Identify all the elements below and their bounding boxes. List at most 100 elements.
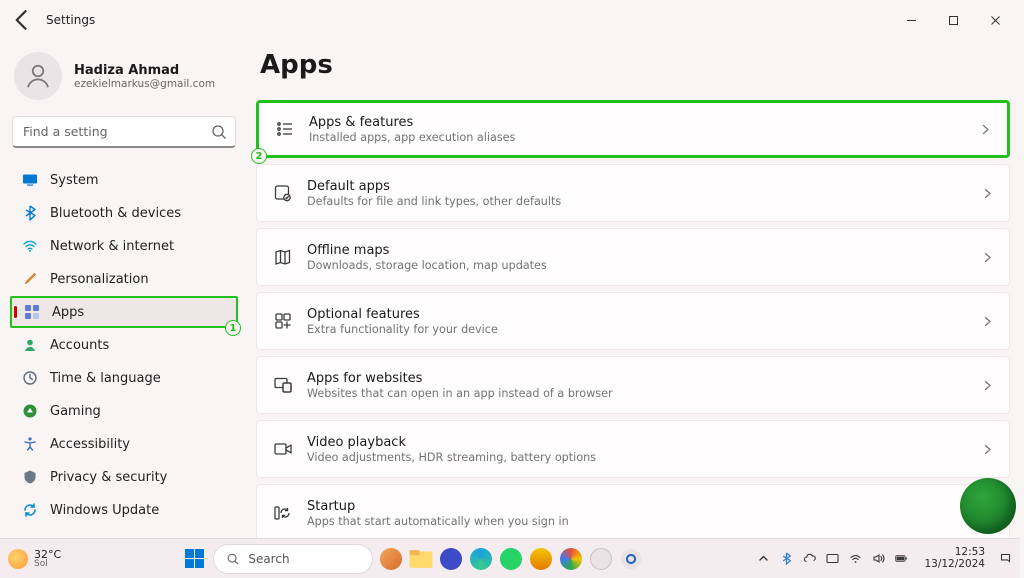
sidebar-item-label: Privacy & security [50, 470, 167, 485]
card-apps-features[interactable]: Apps & features Installed apps, app exec… [256, 100, 1010, 158]
search-container[interactable] [12, 116, 236, 148]
taskbar-app[interactable] [527, 545, 555, 573]
sidebar-item-network[interactable]: Network & internet [10, 230, 238, 262]
sidebar-item-apps[interactable]: Apps [10, 296, 238, 328]
brush-icon [22, 271, 38, 287]
notification-icon[interactable] [999, 552, 1012, 565]
sidebar-item-system[interactable]: System [10, 164, 238, 196]
card-title: Offline maps [307, 243, 982, 258]
chevron-right-icon [982, 248, 993, 267]
sidebar-item-label: Accessibility [50, 437, 130, 452]
card-subtitle: Apps that start automatically when you s… [307, 515, 982, 528]
sidebar-item-time[interactable]: Time & language [10, 362, 238, 394]
taskbar-app[interactable] [587, 545, 615, 573]
sidebar-item-privacy[interactable]: Privacy & security [10, 461, 238, 493]
brand-watermark [960, 478, 1016, 534]
accounts-icon [22, 337, 38, 353]
system-tray[interactable]: 12:53 13/12/2024 [757, 547, 1012, 570]
taskbar-app[interactable] [467, 545, 495, 573]
windows-icon [185, 549, 204, 568]
default-apps-icon [273, 183, 293, 203]
start-button[interactable] [179, 544, 209, 574]
search-input[interactable] [23, 124, 205, 139]
sidebar-item-bluetooth[interactable]: Bluetooth & devices [10, 197, 238, 229]
taskbar-search[interactable]: Search [213, 544, 373, 574]
taskbar-weather[interactable]: 32°C Sol [8, 549, 61, 569]
map-icon [273, 247, 293, 267]
apps-icon [24, 304, 40, 320]
annotation-badge-2: 2 [251, 148, 267, 164]
card-subtitle: Defaults for file and link types, other … [307, 195, 982, 208]
search-icon [226, 552, 240, 566]
bluetooth-icon [22, 205, 38, 221]
battery-icon[interactable] [895, 552, 908, 565]
sidebar-item-accounts[interactable]: Accounts [10, 329, 238, 361]
update-icon [22, 502, 38, 518]
taskbar-app[interactable] [377, 545, 405, 573]
sidebar-item-label: Windows Update [50, 503, 159, 518]
sidebar-item-label: Accounts [50, 338, 109, 353]
taskbar-app[interactable] [437, 545, 465, 573]
onedrive-icon[interactable] [803, 552, 816, 565]
taskbar-pinned-apps [377, 545, 645, 573]
gaming-icon [22, 403, 38, 419]
sun-icon [8, 549, 28, 569]
sidebar-item-gaming[interactable]: Gaming [10, 395, 238, 427]
taskbar-app[interactable] [557, 545, 585, 573]
card-subtitle: Downloads, storage location, map updates [307, 259, 982, 272]
card-subtitle: Extra functionality for your device [307, 323, 982, 336]
sidebar-item-label: Network & internet [50, 239, 174, 254]
chevron-right-icon [982, 312, 993, 331]
user-name: Hadiza Ahmad [74, 63, 215, 78]
chevron-up-icon[interactable] [757, 552, 770, 565]
card-offline-maps[interactable]: Offline maps Downloads, storage location… [256, 228, 1010, 286]
taskbar-app[interactable] [617, 545, 645, 573]
page-title: Apps [260, 50, 1010, 80]
back-button[interactable] [8, 6, 36, 34]
card-title: Video playback [307, 435, 982, 450]
card-title: Startup [307, 499, 982, 514]
gear-icon [617, 545, 645, 573]
wifi-icon [22, 238, 38, 254]
card-optional-features[interactable]: Optional features Extra functionality fo… [256, 292, 1010, 350]
card-title: Default apps [307, 179, 982, 194]
sidebar-item-personalization[interactable]: Personalization [10, 263, 238, 295]
clock-date: 13/12/2024 [924, 559, 985, 571]
chevron-right-icon [980, 120, 991, 139]
sidebar-item-accessibility[interactable]: Accessibility [10, 428, 238, 460]
weather-temp: 32°C [34, 549, 61, 560]
card-video-playback[interactable]: Video playback Video adjustments, HDR st… [256, 420, 1010, 478]
titlebar: Settings [0, 0, 1024, 40]
main-content: Apps Apps & features Installed apps, app… [248, 40, 1024, 538]
add-feature-icon [273, 311, 293, 331]
accessibility-icon [22, 436, 38, 452]
card-title: Apps & features [309, 115, 980, 130]
sidebar-item-label: Apps [52, 305, 84, 320]
bluetooth-tray-icon[interactable] [780, 552, 793, 565]
sidebar-item-update[interactable]: Windows Update [10, 494, 238, 526]
chevron-right-icon [982, 376, 993, 395]
shield-icon [22, 469, 38, 485]
taskbar-app[interactable] [407, 545, 435, 573]
maximize-icon [948, 15, 959, 26]
user-email: ezekielmarkus@gmail.com [74, 78, 215, 90]
card-startup[interactable]: Startup Apps that start automatically wh… [256, 484, 1010, 542]
startup-icon [273, 503, 293, 523]
weather-desc: Sol [34, 560, 61, 569]
sidebar-item-label: Gaming [50, 404, 101, 419]
volume-icon[interactable] [872, 552, 885, 565]
card-apps-websites[interactable]: Apps for websites Websites that can open… [256, 356, 1010, 414]
maximize-button[interactable] [932, 6, 974, 34]
minimize-button[interactable] [890, 6, 932, 34]
language-icon[interactable] [826, 552, 839, 565]
clock-time: 12:53 [924, 547, 985, 559]
user-card[interactable]: Hadiza Ahmad ezekielmarkus@gmail.com [10, 46, 238, 116]
card-default-apps[interactable]: Default apps Defaults for file and link … [256, 164, 1010, 222]
close-button[interactable] [974, 6, 1016, 34]
wifi-tray-icon[interactable] [849, 552, 862, 565]
taskbar-clock[interactable]: 12:53 13/12/2024 [918, 547, 985, 570]
taskbar-app[interactable] [497, 545, 525, 573]
sidebar-item-label: Time & language [50, 371, 161, 386]
chevron-right-icon [982, 440, 993, 459]
card-subtitle: Video adjustments, HDR streaming, batter… [307, 451, 982, 464]
